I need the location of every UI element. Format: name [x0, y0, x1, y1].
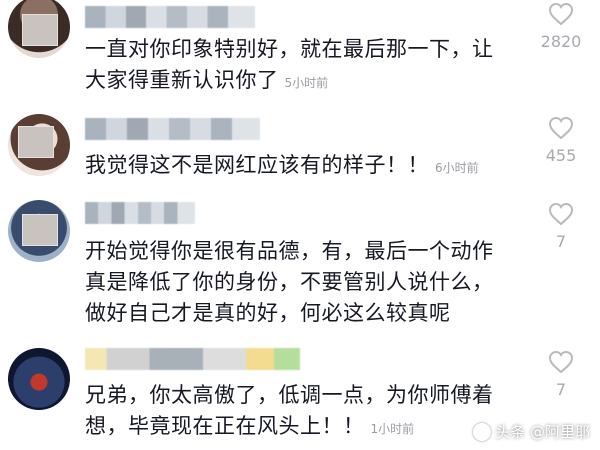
- comment-text: 一直对你印象特别好，就在最后那一下，让 大家得重新认识你了 5小时前: [85, 34, 540, 99]
- comment-line: 大家得重新认识你了 5小时前: [85, 65, 540, 99]
- like-button[interactable]: 2820: [532, 2, 590, 51]
- comment-line: 想，毕竟现在正在风头上！！ 1小时前: [85, 411, 540, 445]
- comment-line: 兄弟，你太高傲了，低调一点，为你师傅着: [85, 383, 494, 407]
- heart-outline-icon: [548, 116, 574, 140]
- comment-text: 开始觉得你是很有品德，有，最后一个动作 真是降低了你的身份，不要管别人说什么， …: [85, 236, 540, 329]
- comment-line: 真是降低了你的身份，不要管别人说什么，: [85, 270, 494, 294]
- username-blurred[interactable]: [85, 6, 255, 28]
- like-count: 7: [555, 380, 567, 399]
- comment-text: 我觉得这不是网红应该有的样子！！ 6小时前: [85, 150, 540, 184]
- like-button[interactable]: 7: [532, 202, 590, 251]
- comment-line: 我觉得这不是网红应该有的样子！！ 6小时前: [85, 150, 540, 184]
- comment-line-text: 大家得重新认识你了: [85, 68, 279, 92]
- comment-item: 开始觉得你是很有品德，有，最后一个动作 真是降低了你的身份，不要管别人说什么， …: [0, 200, 600, 340]
- username-blurred[interactable]: [85, 202, 195, 224]
- like-button[interactable]: 455: [532, 116, 590, 165]
- comment-item: 一直对你印象特别好，就在最后那一下，让 大家得重新认识你了 5小时前 2820: [0, 0, 600, 110]
- avatar[interactable]: [8, 348, 70, 410]
- comment-line: 开始觉得你是很有品德，有，最后一个动作: [85, 239, 494, 263]
- toutiao-logo-icon: [473, 422, 492, 441]
- like-count: 455: [545, 146, 577, 165]
- comment-item: 我觉得这不是网红应该有的样子！！ 6小时前 455: [0, 110, 600, 200]
- watermark-text: 头条 @阿里耶: [495, 423, 590, 441]
- comment-line-text: 我觉得这不是网红应该有的样子！！: [85, 153, 429, 177]
- comment-time: 6小时前: [435, 161, 479, 175]
- username-blurred[interactable]: [85, 348, 300, 370]
- avatar[interactable]: [8, 200, 70, 262]
- comment-line: 一直对你印象特别好，就在最后那一下，让: [85, 37, 494, 61]
- like-count: 2820: [540, 32, 582, 51]
- username-blurred[interactable]: [85, 118, 260, 140]
- avatar[interactable]: [8, 0, 70, 58]
- watermark: 头条 @阿里耶: [473, 421, 590, 442]
- comment-line-text: 想，毕竟现在正在风头上！！: [85, 414, 365, 438]
- like-button[interactable]: 7: [532, 350, 590, 399]
- heart-outline-icon: [548, 2, 574, 26]
- heart-outline-icon: [548, 350, 574, 374]
- like-count: 7: [555, 232, 567, 251]
- heart-outline-icon: [548, 202, 574, 226]
- comment-text: 兄弟，你太高傲了，低调一点，为你师傅着 想，毕竟现在正在风头上！！ 1小时前: [85, 380, 540, 445]
- avatar[interactable]: [8, 114, 70, 176]
- comment-time: 1小时前: [370, 422, 415, 436]
- comment-time: 5小时前: [284, 76, 329, 90]
- comment-line: 做好自己才是真的好，何必这么较真呢: [85, 301, 451, 325]
